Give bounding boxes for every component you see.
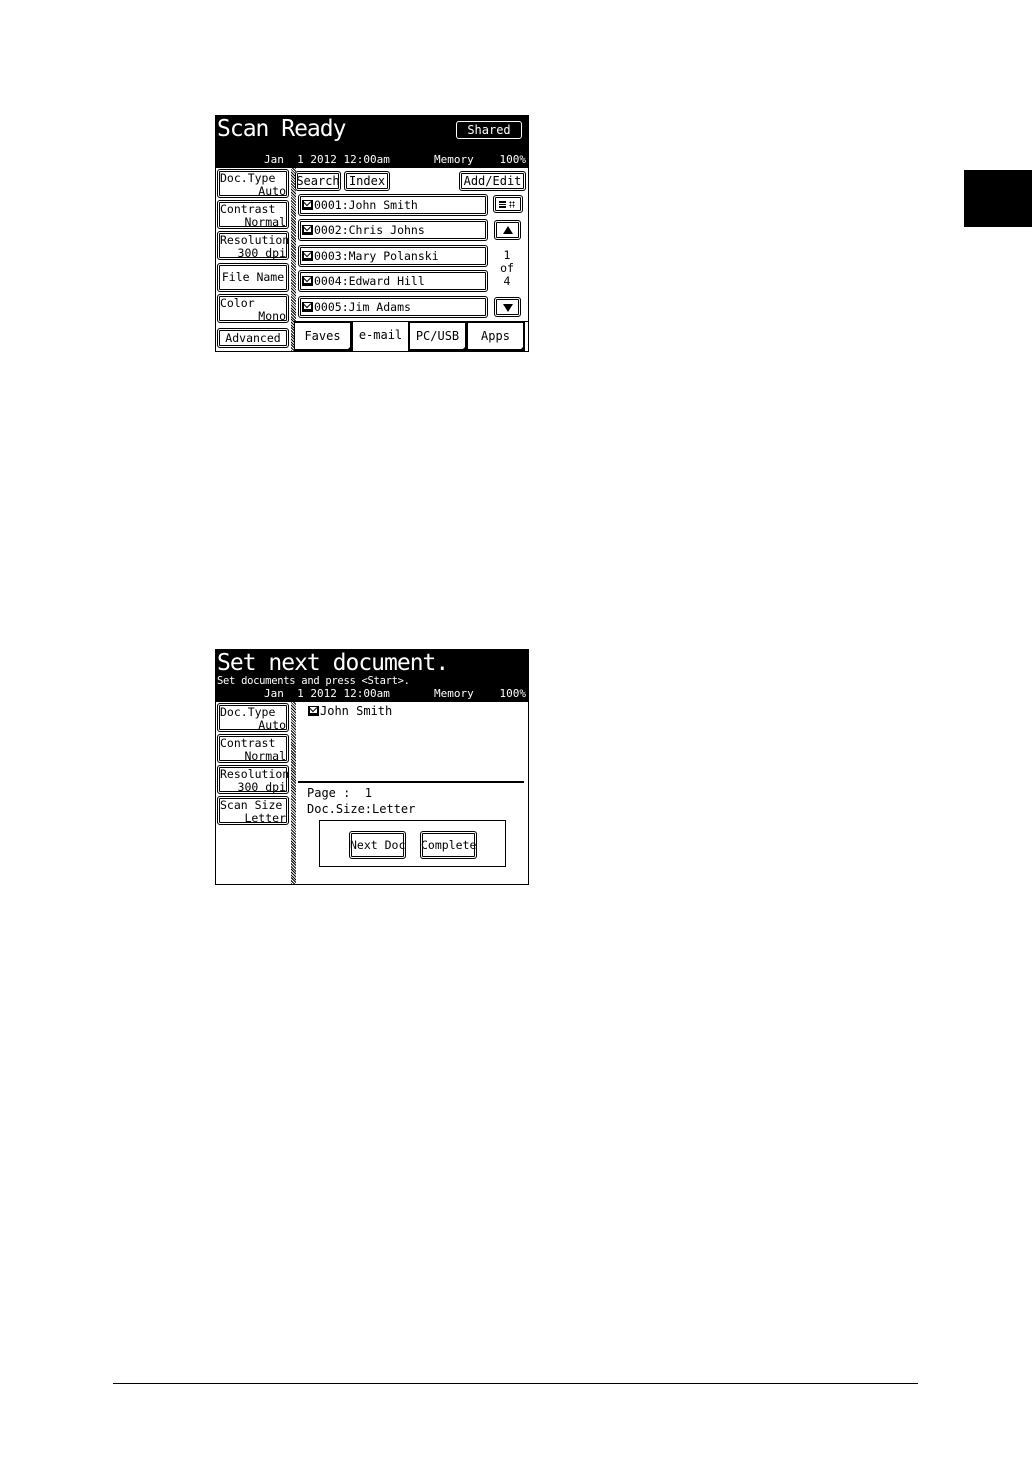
- contact-label: 0003:Mary Polanski: [314, 249, 439, 263]
- add-edit-button[interactable]: Add/Edit: [459, 171, 526, 191]
- column-divider: [291, 702, 296, 884]
- contact-item[interactable]: 0001:John Smith: [298, 194, 488, 216]
- view-toggle-button[interactable]: [493, 195, 523, 213]
- contact-label: 0004:Edward Hill: [314, 274, 425, 288]
- search-button[interactable]: Search: [295, 171, 341, 191]
- list-view-icon: [499, 201, 506, 208]
- page-total: 4: [503, 274, 511, 288]
- file-name-button[interactable]: File Name: [217, 263, 289, 292]
- header-bar: Set next document. Set documents and pre…: [216, 650, 528, 702]
- contact-item[interactable]: 0003:Mary Polanski: [298, 245, 488, 267]
- setting-value: Letter: [244, 811, 286, 825]
- tab-label: Apps: [481, 329, 510, 343]
- setting-label: File Name: [221, 270, 285, 284]
- memory-label: Memory: [434, 687, 474, 700]
- advanced-button[interactable]: Advanced: [217, 328, 289, 348]
- envelope-icon: [302, 200, 313, 210]
- scroll-down-button[interactable]: [494, 297, 521, 317]
- settings-column: Doc.Type Auto Contrast Normal Resolution…: [216, 168, 291, 351]
- grid-view-icon: [509, 201, 515, 208]
- arrow-up-icon: [503, 226, 513, 234]
- datetime: Jan 1 2012 12:00am: [264, 153, 390, 166]
- header-bar: Scan Ready Shared Jan 1 2012 12:00am Mem…: [216, 116, 528, 168]
- setting-value: Auto: [258, 184, 286, 198]
- resolution-button[interactable]: Resolution 300 dpi: [217, 765, 289, 794]
- doc-type-button[interactable]: Doc.Type Auto: [217, 703, 289, 732]
- arrow-down-icon: [503, 304, 513, 312]
- memory-value: 100%: [499, 687, 527, 700]
- setting-value: Normal: [244, 749, 286, 763]
- scroll-up-button[interactable]: [494, 220, 521, 240]
- page-indicator: 1 of 4: [496, 249, 518, 288]
- scan-size-button[interactable]: Scan Size Letter: [217, 796, 289, 825]
- tab-label: e-mail: [358, 328, 403, 342]
- envelope-icon: [302, 276, 313, 286]
- tab-faves[interactable]: Faves: [294, 322, 352, 351]
- page-count: Page : 1: [307, 786, 373, 800]
- tab-apps[interactable]: Apps: [467, 322, 525, 351]
- setting-value: Normal: [244, 215, 286, 229]
- footer-rule: [113, 1383, 918, 1384]
- shared-button[interactable]: Shared: [456, 121, 522, 139]
- tab-bar: Faves e-mail PC/USB Apps: [294, 321, 528, 351]
- tab-email[interactable]: e-mail: [352, 322, 409, 351]
- tab-pc-usb[interactable]: PC/USB: [409, 322, 467, 351]
- setting-value: Mono: [258, 309, 286, 323]
- doc-size: Doc.Size:Letter: [307, 802, 416, 816]
- memory-value: 100%: [499, 153, 527, 166]
- next-document-screen: Set next document. Set documents and pre…: [215, 649, 529, 885]
- contact-item[interactable]: 0004:Edward Hill: [298, 270, 488, 292]
- memory-label: Memory: [434, 153, 474, 166]
- next-doc-button[interactable]: Next Doc: [349, 831, 406, 859]
- contrast-button[interactable]: Contrast Normal: [217, 734, 289, 763]
- settings-column: Doc.Type Auto Contrast Normal Resolution…: [216, 702, 291, 884]
- action-panel: Next Doc Complete: [319, 820, 506, 867]
- screen-subtitle: Set documents and press <Start>.: [217, 675, 410, 687]
- index-button[interactable]: Index: [344, 171, 390, 191]
- chapter-tab-marker: [964, 170, 1032, 227]
- contact-item[interactable]: 0005:Jim Adams: [298, 296, 488, 318]
- tab-label: PC/USB: [415, 329, 460, 343]
- contrast-button[interactable]: Contrast Normal: [217, 200, 289, 229]
- complete-button[interactable]: Complete: [420, 831, 477, 859]
- doc-type-button[interactable]: Doc.Type Auto: [217, 169, 289, 198]
- setting-value: 300 dpi: [237, 780, 286, 794]
- recipient-name: John Smith: [320, 704, 393, 718]
- tab-corner: [519, 345, 525, 351]
- envelope-icon: [302, 225, 313, 235]
- recipient: John Smith: [308, 704, 392, 718]
- screen-title: Scan Ready: [217, 116, 346, 142]
- contact-label: 0002:Chris Johns: [314, 223, 425, 237]
- setting-value: Auto: [258, 718, 286, 732]
- color-button[interactable]: Color Mono: [217, 294, 289, 323]
- contact-label: 0005:Jim Adams: [314, 300, 411, 314]
- datetime: Jan 1 2012 12:00am: [264, 687, 390, 700]
- separator: [298, 781, 524, 783]
- contact-item[interactable]: 0002:Chris Johns: [298, 219, 488, 241]
- contact-label: 0001:John Smith: [314, 198, 418, 212]
- setting-value: 300 dpi: [237, 246, 286, 260]
- resolution-button[interactable]: Resolution 300 dpi: [217, 231, 289, 260]
- envelope-icon: [302, 251, 313, 261]
- screen-title: Set next document.: [217, 650, 449, 676]
- envelope-icon: [308, 706, 319, 716]
- scan-ready-screen: Scan Ready Shared Jan 1 2012 12:00am Mem…: [215, 115, 529, 352]
- envelope-icon: [302, 302, 313, 312]
- tab-label: Faves: [304, 329, 341, 343]
